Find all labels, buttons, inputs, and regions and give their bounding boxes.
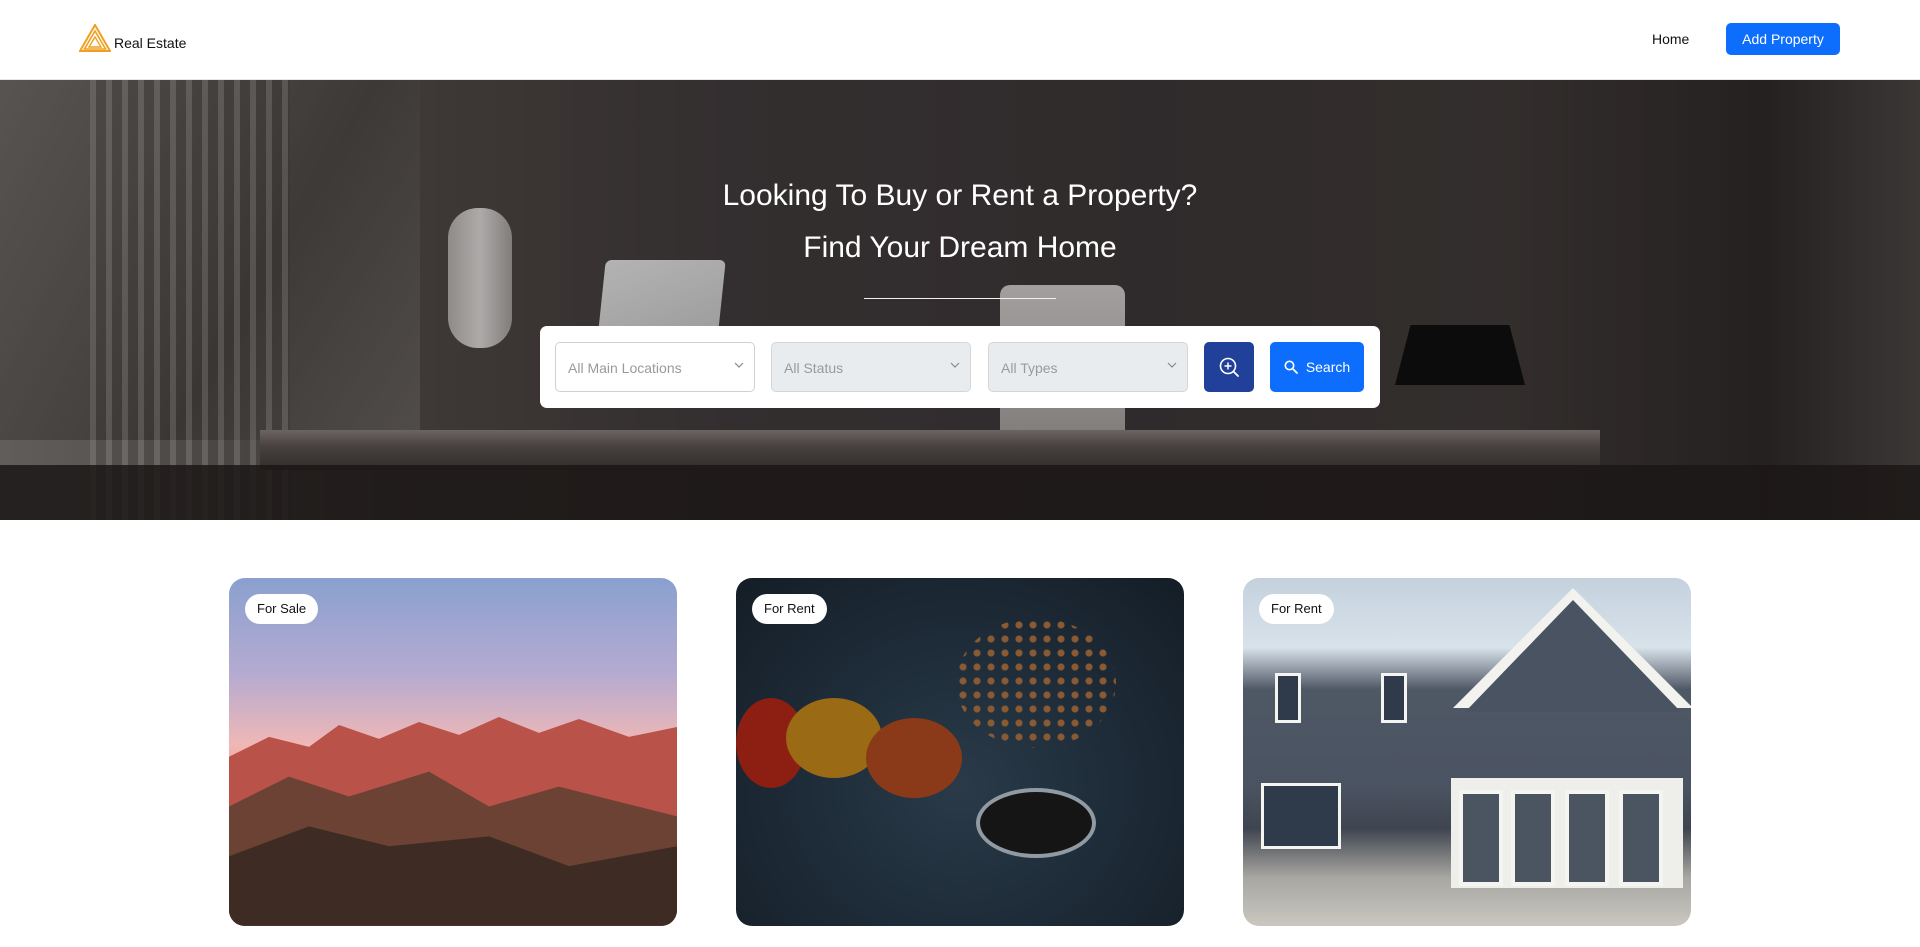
property-card[interactable]: For Rent xyxy=(1243,578,1691,926)
hero-banner: Looking To Buy or Rent a Property? Find … xyxy=(0,80,1920,520)
zoom-in-icon xyxy=(1219,357,1239,377)
hero-title: Looking To Buy or Rent a Property? xyxy=(722,179,1198,212)
listing-status-badge: For Rent xyxy=(752,594,827,624)
site-header: Real Estate Home Add Property xyxy=(0,0,1920,80)
brand-name: Real Estate xyxy=(114,35,187,51)
nav-home-link[interactable]: Home xyxy=(1652,31,1689,47)
location-select-value: All Main Locations xyxy=(568,360,682,376)
hero-overlay xyxy=(0,80,1920,520)
chevron-down-icon xyxy=(734,362,744,368)
chevron-down-icon xyxy=(950,362,960,368)
status-select[interactable]: All Status xyxy=(771,342,971,392)
chevron-down-icon xyxy=(1167,362,1177,368)
type-select-value: All Types xyxy=(1001,360,1058,376)
advanced-search-button[interactable] xyxy=(1204,342,1254,392)
hero-subtitle: Find Your Dream Home xyxy=(803,231,1117,264)
location-select[interactable]: All Main Locations xyxy=(555,342,755,392)
triangle-logo-icon xyxy=(79,24,111,52)
search-panel: All Main Locations All Status All Types xyxy=(540,326,1380,408)
brand-link[interactable]: Real Estate xyxy=(79,24,186,52)
add-property-button[interactable]: Add Property xyxy=(1726,23,1840,55)
status-select-value: All Status xyxy=(784,360,844,376)
property-image xyxy=(229,717,677,926)
property-card[interactable]: For Sale xyxy=(229,578,677,926)
search-button-label: Search xyxy=(1305,359,1351,375)
search-icon xyxy=(1284,360,1298,374)
property-card[interactable]: For Rent xyxy=(736,578,1184,926)
listing-status-badge: For Rent xyxy=(1259,594,1334,624)
search-button[interactable]: Search xyxy=(1270,342,1364,392)
hero-divider xyxy=(864,298,1056,299)
listing-status-badge: For Sale xyxy=(245,594,319,624)
type-select[interactable]: All Types xyxy=(988,342,1188,392)
